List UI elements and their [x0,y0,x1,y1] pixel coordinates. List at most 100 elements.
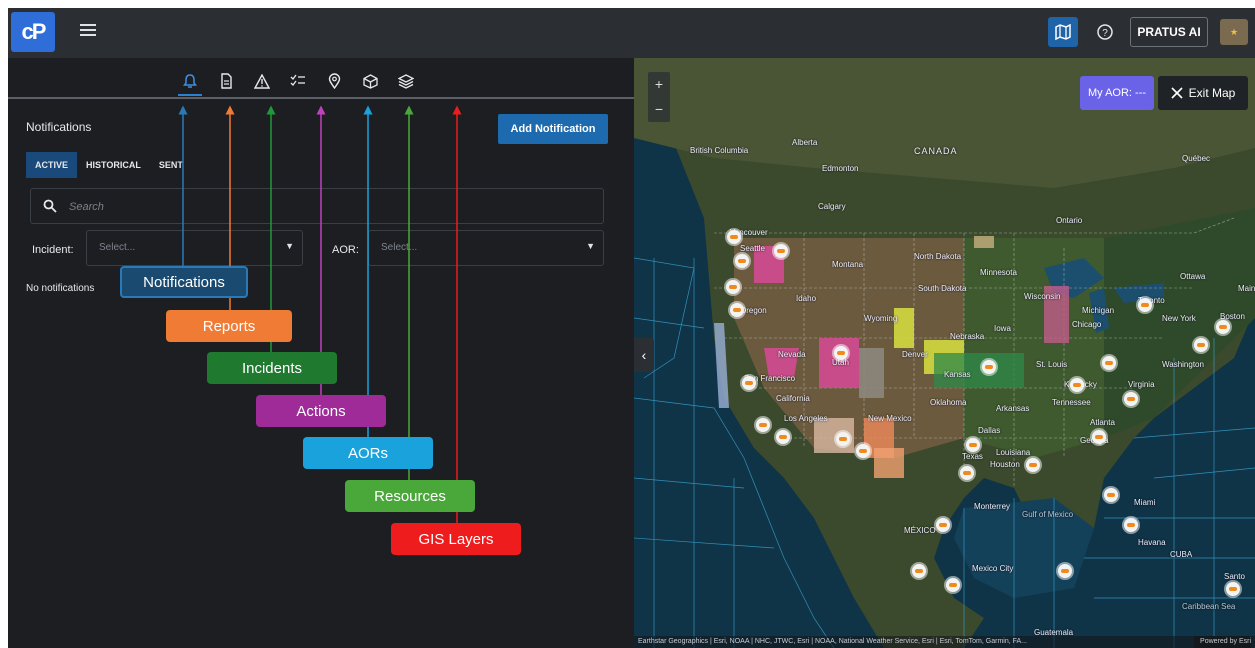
map-label: Nebraska [950,332,985,341]
resource-marker[interactable] [1102,356,1116,370]
app-frame: cP ? PRATUS AI ★ Notifications Add Notif… [8,8,1255,648]
map-label: Seattle [740,244,765,253]
resource-marker[interactable] [912,564,926,578]
powered-by-text: Powered by Esri [1194,636,1251,648]
map-label: Santo [1224,572,1245,581]
zoom-controls: + − [648,72,670,122]
map-view-button[interactable] [1048,17,1078,47]
resource-marker[interactable] [1124,518,1138,532]
zoom-out-button[interactable]: − [648,97,670,122]
zoom-in-button[interactable]: + [648,72,670,97]
collapse-panel-button[interactable]: ‹ [634,338,654,372]
map-label: Oregon [740,306,767,315]
resource-marker[interactable] [1026,458,1040,472]
map-label: Atlanta [1090,418,1115,427]
resource-marker[interactable] [730,303,744,317]
close-icon [1171,87,1183,99]
map-label: MÉXICO [904,526,936,535]
map-label: Los Angeles [784,414,828,423]
resource-marker[interactable] [1092,430,1106,444]
resource-marker[interactable] [735,254,749,268]
map-label: Alberta [792,138,818,147]
map-label: South Dakota [918,284,967,293]
map-label: Ontario [1056,216,1083,225]
map-label: Wisconsin [1024,292,1061,301]
resource-marker[interactable] [936,518,950,532]
callout-resources: Resources [345,480,475,512]
resource-marker[interactable] [1226,582,1240,596]
resource-marker[interactable] [982,360,996,374]
resource-marker[interactable] [742,376,756,390]
resource-marker[interactable] [727,230,741,244]
resource-marker[interactable] [774,244,788,258]
callout-gis-layers: GIS Layers [391,523,521,555]
resource-marker[interactable] [756,418,770,432]
map-label: Ottawa [1180,272,1206,281]
map-label: Washington [1162,360,1204,369]
map-label: New York [1162,314,1196,323]
map-label: Louisiana [996,448,1031,457]
map-label: British Columbia [690,146,749,155]
map-label: Edmonton [822,164,859,173]
resource-marker[interactable] [856,444,870,458]
map-label: Mexico City [972,564,1014,573]
resource-marker[interactable] [726,280,740,294]
help-icon[interactable]: ? [1093,20,1117,44]
map-label: CANADA [914,146,958,156]
exit-map-button[interactable]: Exit Map [1158,76,1248,110]
resource-marker[interactable] [1058,564,1072,578]
user-avatar[interactable]: ★ [1220,19,1248,45]
resource-marker[interactable] [1124,392,1138,406]
map-label: Monterrey [974,502,1011,511]
callout-notifications: Notifications [120,266,248,298]
resource-marker[interactable] [1138,298,1152,312]
resource-marker[interactable] [946,578,960,592]
resource-marker[interactable] [1216,320,1230,334]
map-label: Michigan [1082,306,1115,315]
resource-marker[interactable] [1194,338,1208,352]
callout-connectors [178,105,462,524]
map-label: Caribbean Sea [1182,602,1236,611]
svg-text:?: ? [1102,28,1108,39]
map-label: Dallas [978,426,1001,435]
map-label: Minnesota [980,268,1017,277]
my-aor-button[interactable]: My AOR: --- [1080,76,1154,110]
map-label: Chicago [1072,320,1102,329]
map-label: Havana [1138,538,1166,547]
map-attribution: Earthstar Geographics | Esri, NOAA | NHC… [634,636,1255,648]
map-label: Virginia [1128,380,1155,389]
resource-marker[interactable] [776,430,790,444]
pratus-ai-button[interactable]: PRATUS AI [1130,17,1208,47]
resource-marker[interactable] [836,432,850,446]
resource-marker[interactable] [1104,488,1118,502]
map-icon [1055,24,1071,40]
map-label: Calgary [818,202,846,211]
resource-marker[interactable] [834,346,848,360]
map-label: Gulf of Mexico [1022,510,1074,519]
exit-map-label: Exit Map [1188,86,1236,100]
callout-aors: AORs [303,437,433,469]
callout-reports: Reports [166,310,292,342]
callout-actions: Actions [256,395,386,427]
map-label: Iowa [994,324,1011,333]
attribution-text: Earthstar Geographics | Esri, NOAA | NHC… [638,638,1028,645]
map-label: Miami [1134,498,1156,507]
map-label: Oklahoma [930,398,967,407]
resource-marker[interactable] [966,438,980,452]
map-view[interactable]: CANADA Alberta British Columbia Edmonton… [634,58,1255,648]
map-label: Wyoming [864,314,898,323]
map-label: Kansas [944,370,971,379]
map-label: California [776,394,810,403]
map-label: Idaho [796,294,817,303]
resource-marker[interactable] [1070,378,1084,392]
map-label: New Mexico [868,414,912,423]
map-label: Arkansas [996,404,1030,413]
resource-marker[interactable] [960,466,974,480]
map-label: Denver [902,350,928,359]
map-label: Houston [990,460,1020,469]
map-label: Montana [832,260,864,269]
map-label: Maine [1238,284,1255,293]
map-label: Québec [1182,154,1211,163]
map-label: CUBA [1170,550,1193,559]
map-label: St. Louis [1036,360,1068,369]
